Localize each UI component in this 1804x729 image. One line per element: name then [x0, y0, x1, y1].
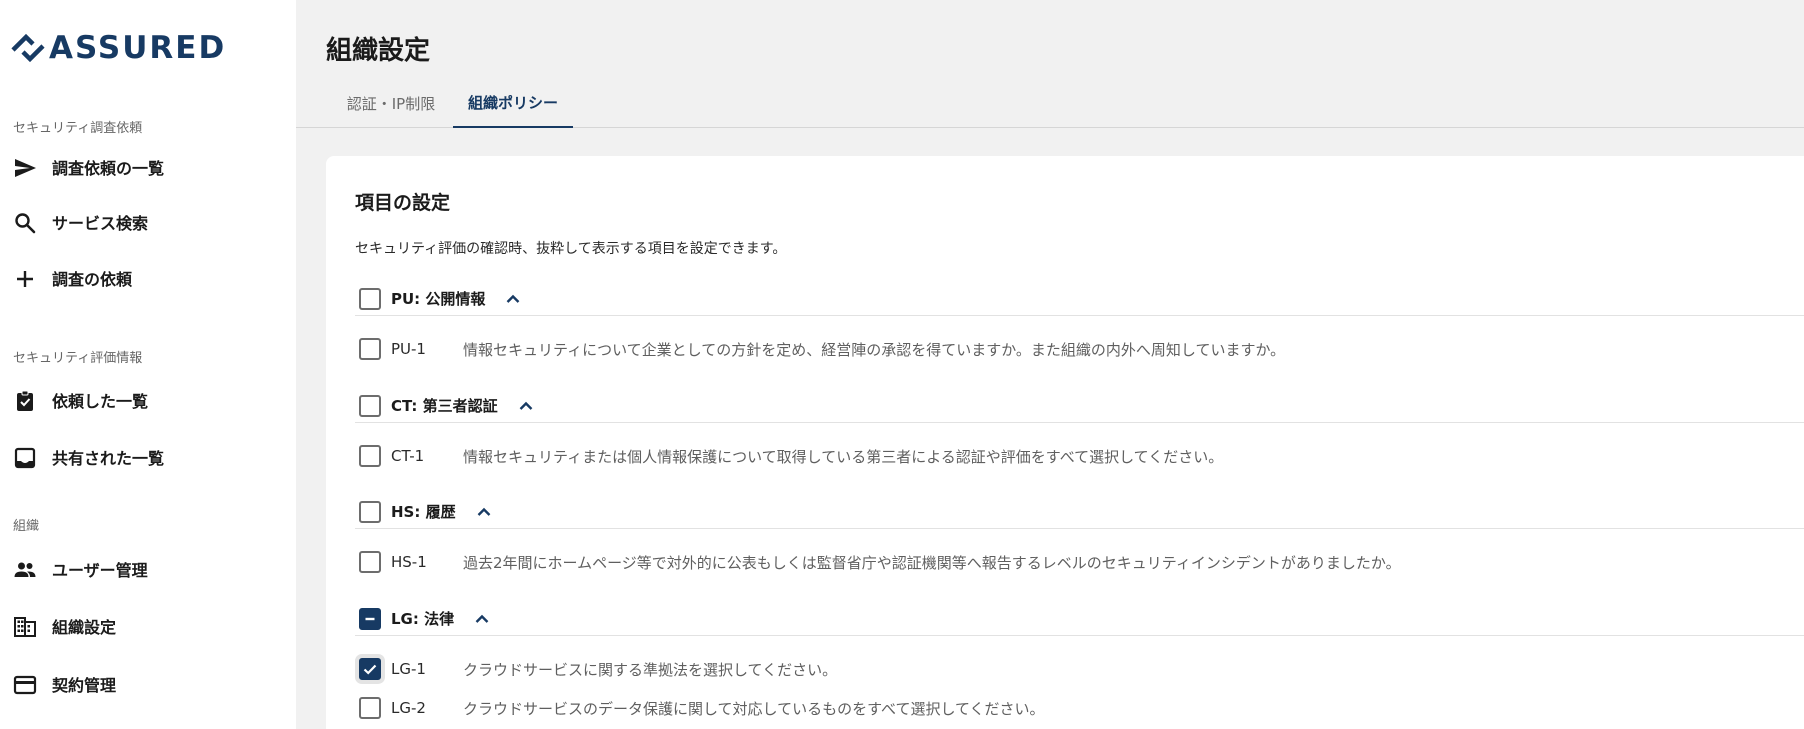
group-label: PU: 公開情報 — [391, 290, 486, 308]
tab-auth-ip-restriction[interactable]: 認証・IP制限 — [341, 78, 441, 128]
item-text: 情報セキュリティまたは個人情報保護について取得している第三者による認証や評価をす… — [463, 447, 1224, 466]
item-text: クラウドサービスのデータ保護に関して対応しているものをすべて選択してください。 — [463, 699, 1045, 718]
building-icon — [12, 614, 38, 640]
item-code: LG-1 — [391, 660, 426, 678]
nav-section-security-evaluation: セキュリティ評価情報 — [13, 351, 143, 366]
credit-card-icon — [12, 672, 38, 698]
item-row-lg-2: LG-2 クラウドサービスのデータ保護に関して対応しているものをすべて選択してく… — [355, 691, 1804, 725]
chevron-up-icon[interactable] — [503, 289, 523, 309]
item-checkbox-ct-1[interactable] — [359, 445, 381, 467]
chevron-up-icon[interactable] — [472, 609, 492, 629]
sidebar-item-label: 組織設定 — [52, 618, 117, 637]
sidebar-item-org-settings[interactable]: 組織設定 — [0, 604, 296, 648]
item-row-hs-1: HS-1 過去2年間にホームページ等で対外的に公表もしくは監督省庁や認証機関等へ… — [355, 545, 1804, 579]
plus-icon — [12, 266, 38, 292]
group-checkbox-hs[interactable] — [359, 500, 381, 523]
item-checkbox-pu-1[interactable] — [359, 338, 381, 360]
item-checkbox-lg-1[interactable] — [359, 658, 381, 680]
item-row-lg-1: LG-1 クラウドサービスに関する準拠法を選択してください。 — [355, 652, 1804, 686]
group-checkbox-pu[interactable] — [359, 287, 381, 310]
section-title: 項目の設定 — [355, 192, 451, 214]
item-text: クラウドサービスに関する準拠法を選択してください。 — [463, 660, 838, 679]
group-row-ct: CT: 第三者認証 — [355, 389, 1804, 423]
group-checkbox-ct[interactable] — [359, 394, 381, 417]
group-label: CT: 第三者認証 — [391, 397, 498, 415]
group-row-lg: LG: 法律 — [355, 602, 1804, 636]
item-checkbox-hs-1[interactable] — [359, 551, 381, 573]
sidebar-item-label: 共有された一覧 — [52, 449, 165, 468]
send-icon — [12, 155, 38, 181]
nav-section-security-request: セキュリティ調査依頼 — [13, 121, 143, 136]
sidebar-item-label: 調査の依頼 — [52, 270, 133, 289]
item-checkbox-lg-2[interactable] — [359, 697, 381, 719]
sidebar-item-user-management[interactable]: ユーザー管理 — [0, 547, 296, 591]
minus-icon — [365, 617, 375, 620]
sidebar-item-label: 調査依頼の一覧 — [52, 159, 165, 178]
group-row-pu: PU: 公開情報 — [355, 282, 1804, 316]
sidebar-item-label: 依頼した一覧 — [52, 392, 149, 411]
sidebar-item-requested-list[interactable]: 依頼した一覧 — [0, 378, 296, 422]
group-row-hs: HS: 履歴 — [355, 495, 1804, 529]
item-code: HS-1 — [391, 553, 427, 571]
sidebar-item-contract-management[interactable]: 契約管理 — [0, 662, 296, 706]
section-description: セキュリティ評価の確認時、抜粋して表示する項目を設定できます。 — [355, 241, 787, 257]
group-label: HS: 履歴 — [391, 503, 456, 521]
settings-card: 項目の設定 セキュリティ評価の確認時、抜粋して表示する項目を設定できます。 PU… — [326, 156, 1804, 729]
brand-name: ASSURED — [49, 30, 227, 66]
inbox-icon — [12, 445, 38, 471]
chevron-up-icon[interactable] — [516, 396, 536, 416]
sidebar-item-label: 契約管理 — [52, 676, 117, 695]
brand-logo[interactable]: ASSURED — [9, 30, 226, 66]
item-text: 過去2年間にホームページ等で対外的に公表もしくは監督省庁や認証機関等へ報告するレ… — [463, 553, 1401, 572]
group-checkbox-lg[interactable] — [359, 607, 381, 630]
item-row-ct-1: CT-1 情報セキュリティまたは個人情報保護について取得している第三者による認証… — [355, 439, 1804, 473]
tab-bar: 認証・IP制限 組織ポリシー — [296, 78, 1804, 128]
group-label: LG: 法律 — [391, 610, 455, 628]
sidebar: ASSURED セキュリティ調査依頼 調査依頼の一覧 サービス検索 調査の依頼 … — [0, 0, 296, 729]
search-icon — [12, 210, 38, 236]
page-title: 組織設定 — [326, 36, 431, 66]
item-code: PU-1 — [391, 340, 426, 358]
tab-org-policy[interactable]: 組織ポリシー — [453, 78, 573, 128]
nav-section-organization: 組織 — [13, 519, 40, 534]
item-text: 情報セキュリティについて企業としての方針を定め、経営陣の承認を得ていますか。また… — [463, 340, 1286, 359]
check-icon — [363, 664, 377, 675]
sidebar-item-service-search[interactable]: サービス検索 — [0, 200, 296, 244]
assured-logo-icon — [11, 33, 45, 63]
sidebar-item-request-list[interactable]: 調査依頼の一覧 — [0, 145, 296, 189]
item-code: CT-1 — [391, 447, 425, 465]
sidebar-item-label: ユーザー管理 — [52, 561, 148, 580]
sidebar-item-label: サービス検索 — [52, 214, 149, 233]
people-icon — [12, 557, 38, 583]
item-row-pu-1: PU-1 情報セキュリティについて企業としての方針を定め、経営陣の承認を得ていま… — [355, 332, 1804, 366]
chevron-up-icon[interactable] — [474, 502, 494, 522]
sidebar-item-new-request[interactable]: 調査の依頼 — [0, 256, 296, 300]
sidebar-item-shared-list[interactable]: 共有された一覧 — [0, 435, 296, 479]
item-code: LG-2 — [391, 699, 426, 717]
clipboard-check-icon — [12, 388, 38, 414]
